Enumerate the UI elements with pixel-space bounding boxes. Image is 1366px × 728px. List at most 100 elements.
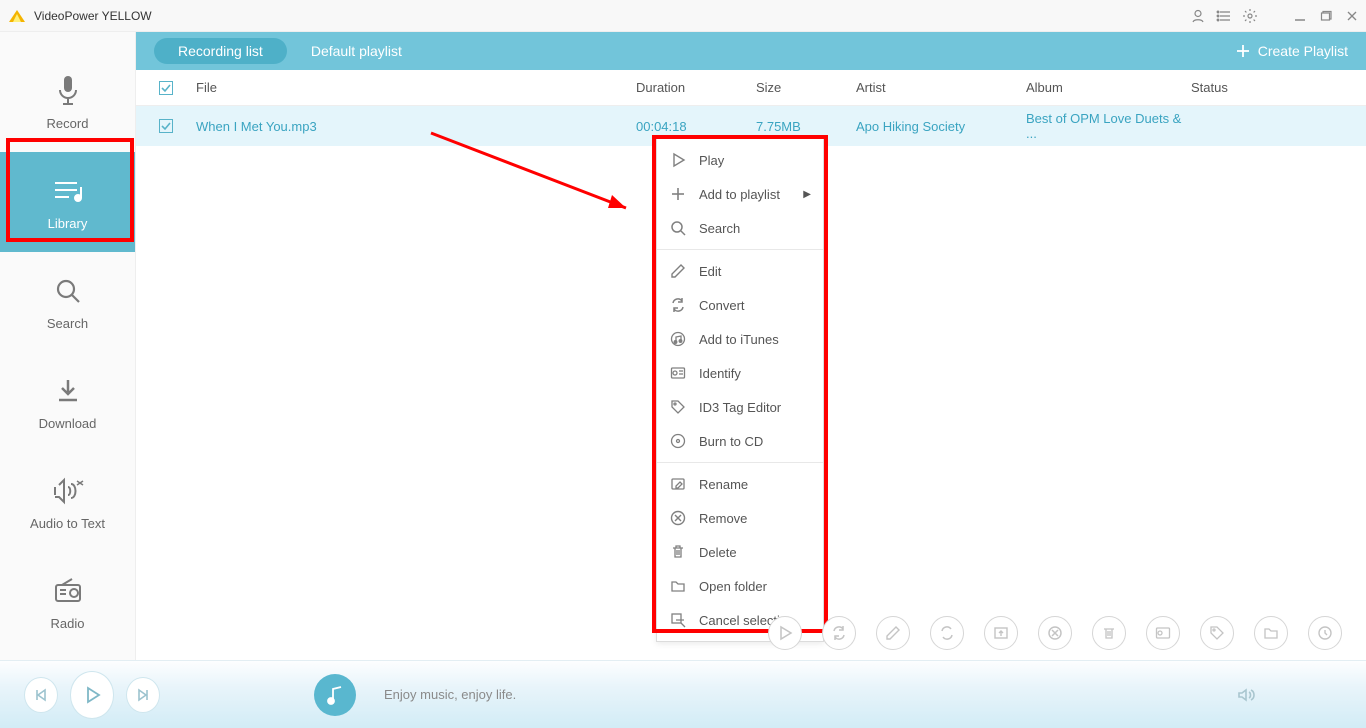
row-album[interactable]: Best of OPM Love Duets & ... (1026, 111, 1191, 141)
app-title: VideoPower YELLOW (34, 9, 1190, 23)
chevron-right-icon: ▶ (803, 189, 811, 200)
menu-label: Remove (699, 511, 811, 526)
menu-label: Add to playlist (699, 187, 791, 202)
rename-icon (669, 475, 687, 493)
context-menu: Play Add to playlist ▶ Search Edit Conve… (656, 138, 824, 642)
menu-label: ID3 Tag Editor (699, 400, 811, 415)
account-icon[interactable] (1190, 8, 1206, 24)
plus-icon (1236, 44, 1250, 58)
header-duration[interactable]: Duration (636, 80, 756, 95)
menu-label: Play (699, 153, 811, 168)
tool-convert[interactable] (930, 616, 964, 650)
tab-label: Recording list (178, 43, 263, 59)
header-album[interactable]: Album (1026, 80, 1191, 95)
title-bar: VideoPower YELLOW (0, 0, 1366, 32)
menu-burn[interactable]: Burn to CD (657, 424, 823, 458)
tool-upload[interactable] (984, 616, 1018, 650)
convert-icon (669, 296, 687, 314)
tool-play[interactable] (768, 616, 802, 650)
app-logo-icon (6, 5, 28, 27)
separator (657, 249, 823, 250)
menu-id3-tag[interactable]: ID3 Tag Editor (657, 390, 823, 424)
sidebar-item-library[interactable]: Library (0, 152, 135, 252)
sidebar-item-search[interactable]: Search (0, 252, 135, 352)
menu-identify[interactable]: Identify (657, 356, 823, 390)
sidebar-item-radio[interactable]: Radio (0, 552, 135, 652)
maximize-button[interactable] (1318, 8, 1334, 24)
menu-label: Search (699, 221, 811, 236)
trash-icon (669, 543, 687, 561)
sidebar-item-download[interactable]: Download (0, 352, 135, 452)
close-button[interactable] (1344, 8, 1360, 24)
header-status[interactable]: Status (1191, 80, 1366, 95)
menu-add-to-itunes[interactable]: Add to iTunes (657, 322, 823, 356)
play-icon (669, 151, 687, 169)
cd-icon (669, 432, 687, 450)
sidebar-item-label: Download (39, 416, 97, 431)
menu-label: Delete (699, 545, 811, 560)
itunes-icon (669, 330, 687, 348)
player-prev-button[interactable] (24, 677, 58, 713)
row-check[interactable] (136, 119, 196, 133)
tool-remove[interactable] (1038, 616, 1072, 650)
row-duration: 00:04:18 (636, 119, 756, 134)
sidebar-item-record[interactable]: Record (0, 52, 135, 152)
menu-label: Identify (699, 366, 811, 381)
search-icon (51, 274, 85, 308)
tool-edit[interactable] (876, 616, 910, 650)
menu-remove[interactable]: Remove (657, 501, 823, 535)
tool-history[interactable] (1308, 616, 1342, 650)
sidebar-item-label: Audio to Text (30, 516, 105, 531)
menu-label: Add to iTunes (699, 332, 811, 347)
menu-search[interactable]: Search (657, 211, 823, 245)
tool-tag[interactable] (1200, 616, 1234, 650)
minimize-button[interactable] (1292, 8, 1308, 24)
sidebar-item-audio-to-text[interactable]: Audio to Text (0, 452, 135, 552)
menu-rename[interactable]: Rename (657, 467, 823, 501)
microphone-icon (51, 74, 85, 108)
tab-default-playlist[interactable]: Default playlist (311, 43, 402, 59)
menu-delete[interactable]: Delete (657, 535, 823, 569)
create-playlist-button[interactable]: Create Playlist (1236, 43, 1348, 59)
menu-open-folder[interactable]: Open folder (657, 569, 823, 603)
tool-folder[interactable] (1254, 616, 1288, 650)
menu-edit[interactable]: Edit (657, 254, 823, 288)
sidebar-item-label: Library (48, 216, 88, 231)
menu-add-to-playlist[interactable]: Add to playlist ▶ (657, 177, 823, 211)
tool-identify[interactable] (1146, 616, 1180, 650)
row-size: 7.75MB (756, 119, 856, 134)
bottom-toolbar (768, 616, 1342, 650)
player-tagline: Enjoy music, enjoy life. (384, 687, 516, 702)
tool-delete[interactable] (1092, 616, 1126, 650)
separator (657, 462, 823, 463)
tool-refresh[interactable] (822, 616, 856, 650)
header-file[interactable]: File (196, 80, 636, 95)
header-check[interactable] (136, 81, 196, 95)
header-artist[interactable]: Artist (856, 80, 1026, 95)
audio-to-text-icon (51, 474, 85, 508)
titlebar-tools (1190, 8, 1360, 24)
table-header: File Duration Size Artist Album Status (136, 70, 1366, 106)
folder-icon (669, 577, 687, 595)
tab-label: Default playlist (311, 43, 402, 59)
header-size[interactable]: Size (756, 80, 856, 95)
tab-recording-list[interactable]: Recording list (154, 38, 287, 64)
volume-icon[interactable] (1236, 685, 1256, 705)
identify-icon (669, 364, 687, 382)
sidebar-item-label: Radio (51, 616, 85, 631)
settings-gear-icon[interactable] (1242, 8, 1258, 24)
create-playlist-label: Create Playlist (1258, 43, 1348, 59)
menu-label: Rename (699, 477, 811, 492)
row-artist[interactable]: Apo Hiking Society (856, 119, 1026, 134)
player-play-button[interactable] (70, 671, 115, 719)
player-next-button[interactable] (126, 677, 160, 713)
sidebar: Record Library Search Download Audio to … (0, 32, 136, 660)
player-bar: Enjoy music, enjoy life. (0, 660, 1366, 728)
content-area: Recording list Default playlist Create P… (136, 32, 1366, 660)
menu-convert[interactable]: Convert (657, 288, 823, 322)
menu-play[interactable]: Play (657, 143, 823, 177)
row-file[interactable]: When I Met You.mp3 (196, 119, 636, 134)
menu-list-icon[interactable] (1216, 8, 1232, 24)
sidebar-item-label: Record (47, 116, 89, 131)
tag-icon (669, 398, 687, 416)
